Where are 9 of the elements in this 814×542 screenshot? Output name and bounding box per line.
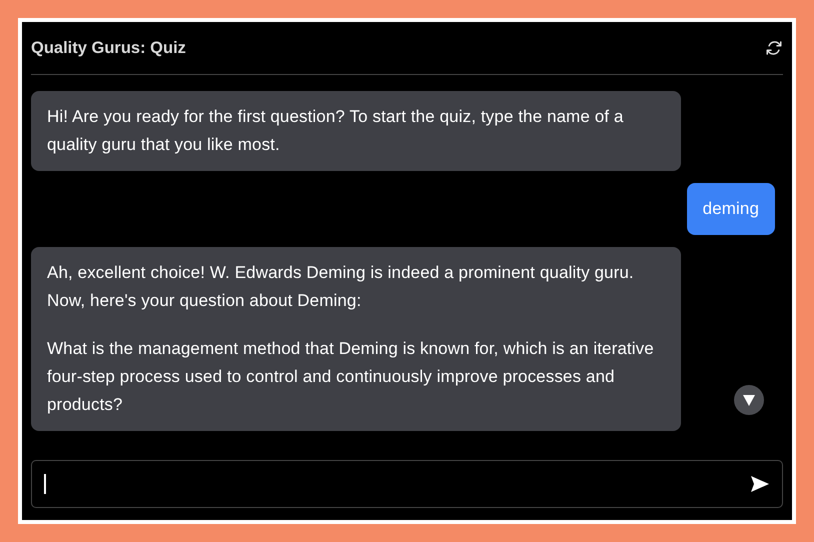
bot-message: Hi! Are you ready for the first question? To start the quiz, type the name of a quality guru that you like most. — [31, 91, 681, 171]
user-message: deming — [686, 183, 775, 235]
message-input[interactable] — [31, 460, 783, 508]
chat-title: Quality Gurus: Quiz — [31, 38, 186, 58]
down-arrow-icon — [742, 393, 756, 407]
scroll-down-button[interactable] — [734, 385, 764, 415]
bot-message: Ah, excellent choice! W. Edwards Deming is indeed a prominent quality guru. Now, here's your question about Deming: What is the management method that Deming is known for, which is an iterative four-step process used to control and continuously improve processes and products? — [31, 247, 681, 431]
refresh-icon[interactable] — [765, 39, 783, 57]
send-icon[interactable] — [750, 475, 770, 493]
